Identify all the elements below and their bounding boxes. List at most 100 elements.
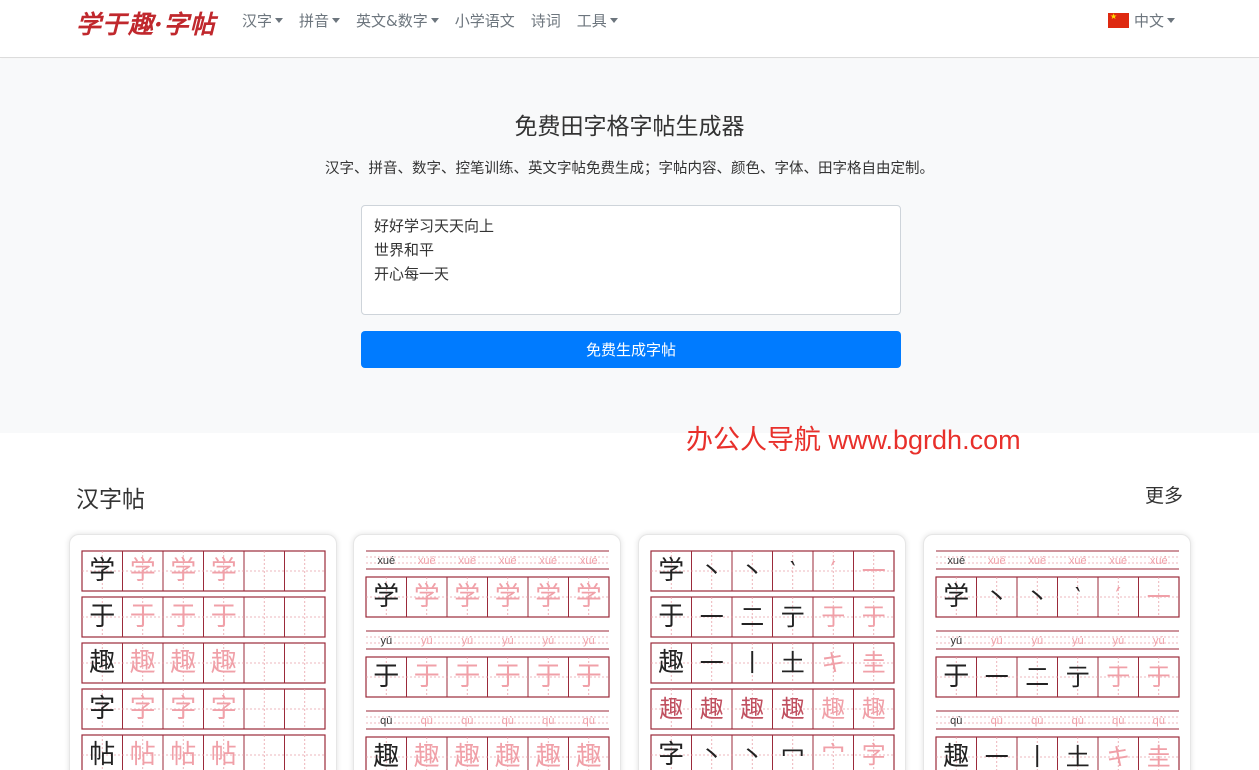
trace-char: 趣 (535, 742, 561, 770)
trace-char: 于 (495, 662, 521, 692)
brand-logo[interactable]: 学于趣·字帖 (76, 5, 216, 41)
more-link[interactable]: 更多 (1145, 481, 1183, 508)
stroke-char: 于 (1106, 663, 1130, 691)
worksheet-card-strokes[interactable]: 学丶丶 ‵ ′ 一于一二亍于于趣一丨土キ圭趣趣趣趣趣趣字丶丶冖宀字 (638, 534, 906, 770)
pinyin-text: yú (502, 635, 514, 647)
worksheet-card-pinyin-trace[interactable]: xué xué xué xué xué xué 学学学学学学 yú yú yú yú yú yú 于于于于… (353, 534, 621, 770)
model-char: 趣 (658, 648, 684, 678)
pinyin-text: yú (380, 635, 392, 647)
model-char: 趣 (89, 648, 115, 678)
stroke-char: 趣 (659, 695, 683, 723)
trace-char: 趣 (170, 648, 196, 678)
worksheet-preview: 学丶丶 ‵ ′ 一于一二亍于于趣一丨土キ圭趣趣趣趣趣趣字丶丶冖宀字 (650, 550, 895, 770)
nav-item-pinyin[interactable]: 拼音 (299, 10, 341, 31)
caret-down-icon (609, 18, 618, 23)
stroke-char: 丶 (700, 557, 724, 585)
trace-char: 趣 (495, 742, 521, 770)
nav-item-poetry[interactable]: 诗词 (531, 10, 561, 31)
stroke-char: 二 (740, 603, 764, 631)
stroke-char: 丶 (740, 741, 764, 769)
pinyin-text: qù (950, 715, 962, 727)
stroke-char: 丶 (1025, 583, 1049, 611)
trace-char: 趣 (414, 742, 440, 770)
pinyin-text: xué (988, 555, 1006, 567)
hero-subtitle: 汉字、拼音、数字、控笔训练、英文字帖免费生成；字帖内容、颜色、字体、田字格自由定… (325, 161, 934, 177)
stroke-char: 一 (700, 649, 724, 677)
pinyin-text: yú (421, 635, 433, 647)
pinyin-text: xué (1150, 555, 1168, 567)
stroke-char: 丨 (1025, 743, 1049, 770)
nav-item-tools[interactable]: 工具 (577, 10, 618, 31)
trace-char: 于 (535, 662, 561, 692)
pinyin-text: xué (499, 555, 517, 567)
caret-down-icon (332, 18, 341, 23)
pinyin-text: yú (950, 635, 962, 647)
china-flag-icon: ★ (1108, 13, 1129, 28)
stroke-char: ‵ (790, 557, 795, 585)
model-char: 于 (658, 602, 684, 632)
stroke-char: 丶 (740, 557, 764, 585)
pinyin-text: qù (1112, 715, 1124, 727)
trace-char: 趣 (454, 742, 480, 770)
worksheet-card-trace[interactable]: 学学学学于于于于趣趣趣趣字字字字帖帖帖帖 (69, 534, 337, 770)
stroke-char: ′ (1116, 583, 1121, 611)
trace-char: 于 (576, 662, 602, 692)
pinyin-text: xué (1069, 555, 1087, 567)
pinyin-text: xué (458, 555, 476, 567)
trace-char: 于 (211, 602, 237, 632)
hero-title: 免费田字格字帖生成器 (514, 114, 745, 140)
content-textarea[interactable] (361, 205, 901, 315)
caret-down-icon (275, 18, 284, 23)
pinyin-text: xué (418, 555, 436, 567)
model-char: 于 (373, 662, 399, 692)
nav-item-english-numbers[interactable]: 英文&数字 (356, 10, 439, 31)
pinyin-text: qù (542, 715, 554, 727)
model-char: 字 (89, 694, 115, 724)
stroke-char: 亍 (1066, 663, 1090, 691)
nav-item-primary-chinese[interactable]: 小学语文 (455, 10, 515, 31)
model-char: 趣 (373, 742, 399, 770)
trace-char: 趣 (576, 742, 602, 770)
pinyin-text: qù (502, 715, 514, 727)
stroke-char: 字 (862, 741, 886, 769)
trace-char: 学 (170, 556, 196, 586)
stroke-char: 亍 (781, 603, 805, 631)
model-char: 学 (89, 556, 115, 586)
pinyin-text: qù (421, 715, 433, 727)
trace-char: 帖 (211, 740, 237, 770)
trace-char: 于 (130, 602, 156, 632)
trace-char: 学 (211, 556, 237, 586)
stroke-char: 趣 (740, 695, 764, 723)
pinyin-text: qù (1031, 715, 1043, 727)
trace-char: 学 (576, 582, 602, 612)
pinyin-text: qù (380, 715, 392, 727)
trace-char: 学 (495, 582, 521, 612)
nav-item-hanzi[interactable]: 汉字 (242, 10, 284, 31)
generate-button[interactable]: 免费生成字帖 (361, 331, 901, 368)
worksheet-card-pinyin-strokes[interactable]: xué xué xué xué xué xué 学丶丶 ‵ ′ 一 yú yú yú yú yú yú 于一二亍… (923, 534, 1191, 770)
trace-char: 于 (170, 602, 196, 632)
trace-char: 于 (454, 662, 480, 692)
pinyin-text: yú (1153, 635, 1165, 647)
hero-section: 免费田字格字帖生成器 汉字、拼音、数字、控笔训练、英文字帖免费生成；字帖内容、颜… (0, 59, 1259, 433)
pinyin-text: yú (1112, 635, 1124, 647)
stroke-char: 圭 (862, 649, 886, 677)
model-char: 帖 (89, 740, 115, 770)
trace-char: 趣 (211, 648, 237, 678)
model-char: 学 (658, 556, 684, 586)
stroke-char: 一 (1147, 583, 1171, 611)
stroke-char: ‵ (1075, 583, 1080, 611)
pinyin-text: yú (1031, 635, 1043, 647)
stroke-char: 圭 (1147, 743, 1171, 770)
pinyin-text: xué (947, 555, 965, 567)
stroke-char: 于 (1147, 663, 1171, 691)
stroke-char: ′ (831, 557, 836, 585)
model-char: 学 (373, 582, 399, 612)
worksheet-preview: 学学学学于于于于趣趣趣趣字字字字帖帖帖帖 (81, 550, 326, 770)
stroke-char: キ (821, 649, 845, 677)
trace-char: 学 (454, 582, 480, 612)
language-selector[interactable]: ★ 中文 (1108, 10, 1176, 31)
pinyin-text: yú (583, 635, 595, 647)
trace-char: 于 (414, 662, 440, 692)
trace-char: 帖 (130, 740, 156, 770)
